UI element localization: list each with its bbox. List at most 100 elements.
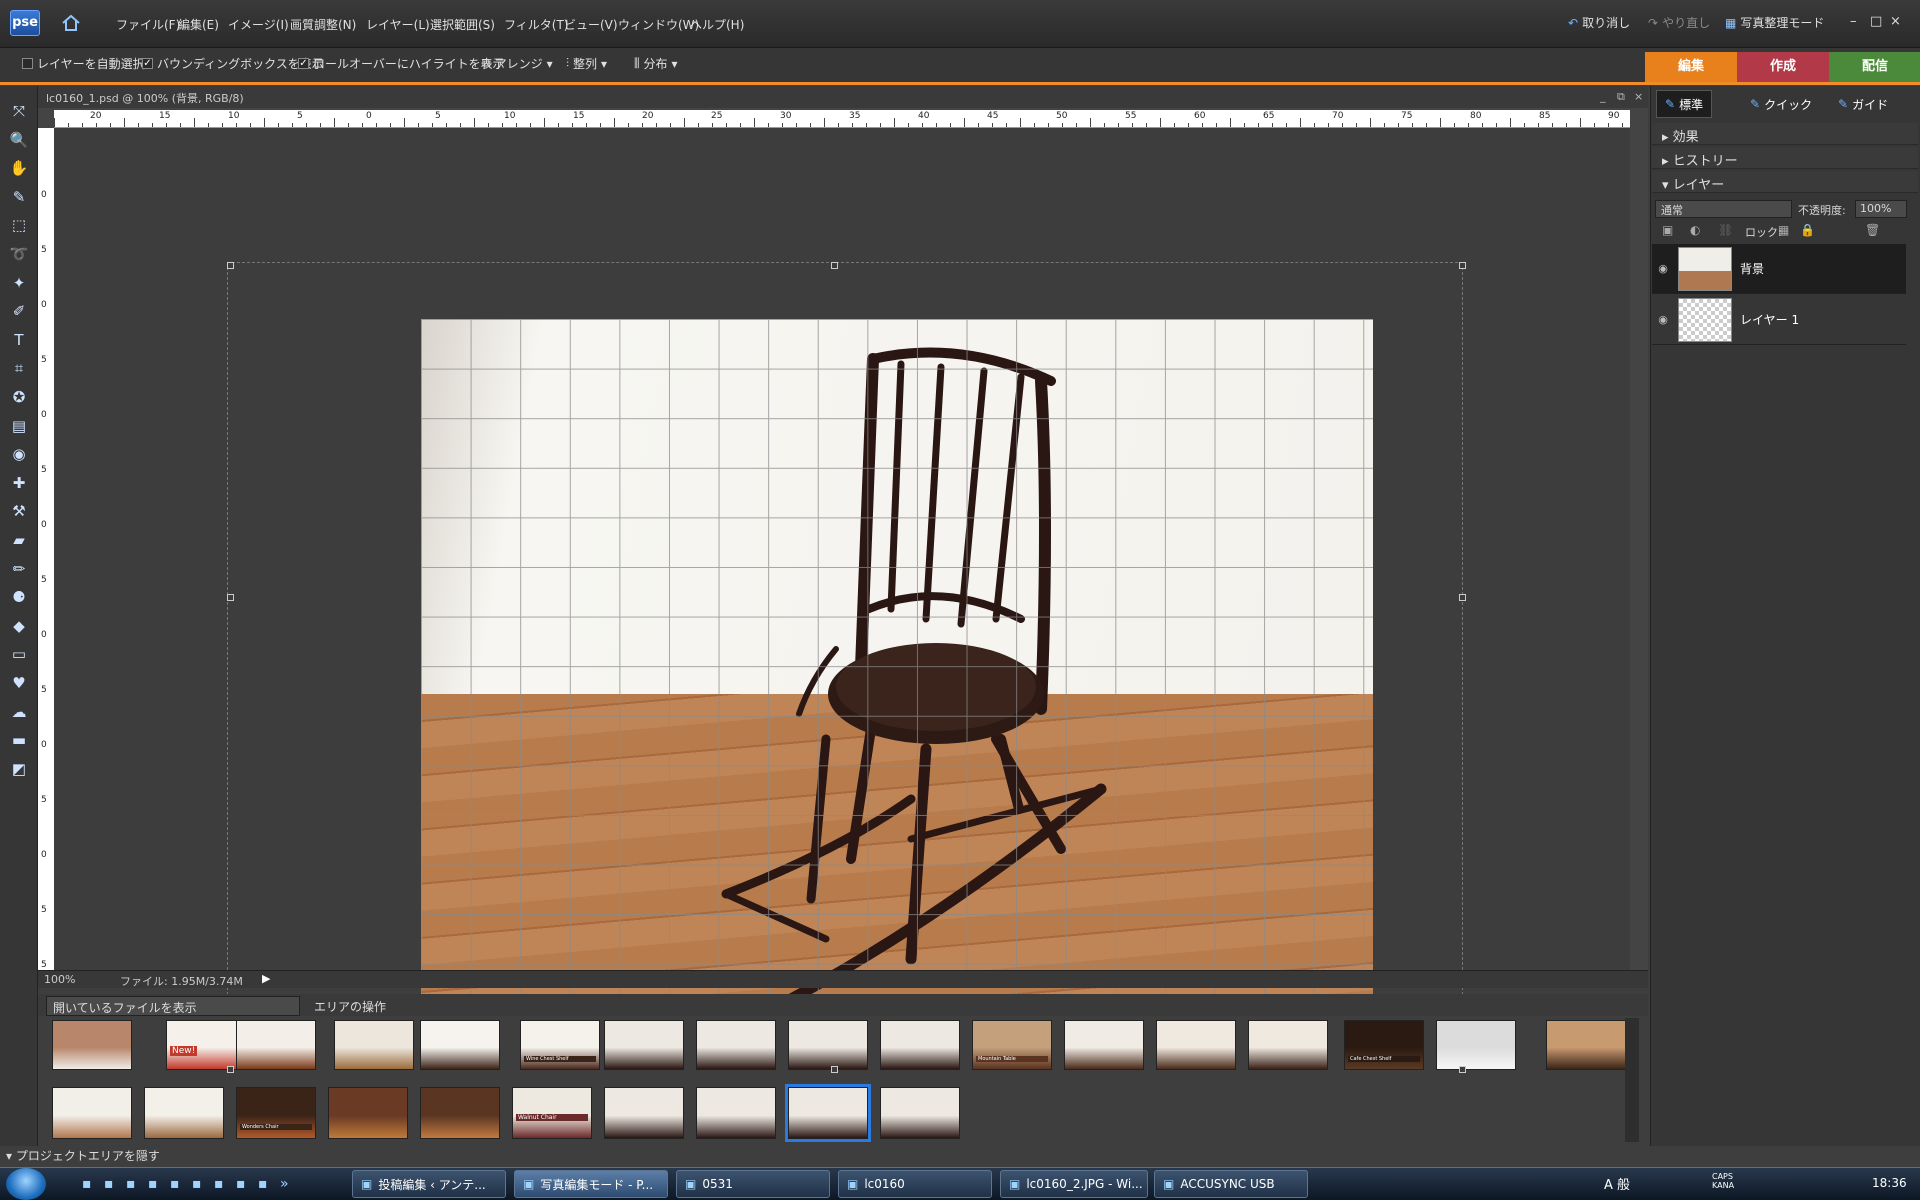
doc-restore-button[interactable]: ⧉ [1617, 90, 1625, 104]
taskbar-button[interactable]: ▣ 写真編集モード - P... [514, 1170, 668, 1198]
project-thumbnail[interactable] [52, 1087, 132, 1139]
panel-effects[interactable]: ▸ 効果 [1652, 123, 1918, 145]
checkbox-bbox[interactable]: ✓ [142, 58, 153, 69]
opacity-input[interactable]: 100% [1855, 200, 1907, 218]
menu-item-9[interactable]: ヘルプ(H) [690, 16, 744, 33]
project-thumbnail[interactable] [420, 1087, 500, 1139]
red-eye-icon[interactable]: ◉ [8, 443, 30, 465]
panel-layers[interactable]: ▾ レイヤー [1652, 171, 1918, 193]
project-thumbnail[interactable] [1344, 1020, 1424, 1070]
eyedropper-icon[interactable]: ✎ [8, 186, 30, 208]
auto-select-checkbox[interactable]: レイヤーを自動選択 [22, 55, 145, 72]
project-thumbnail[interactable] [236, 1020, 316, 1070]
status-menu-arrow-icon[interactable]: ▶ [262, 972, 270, 985]
healing-brush-icon[interactable]: ✚ [8, 472, 30, 494]
project-thumbnail[interactable] [1064, 1020, 1144, 1070]
project-thumbnail[interactable] [1436, 1020, 1516, 1070]
pencil-icon[interactable]: ✏ [8, 558, 30, 580]
panel-history[interactable]: ▸ ヒストリー [1652, 147, 1918, 169]
transform-handle[interactable] [227, 1066, 234, 1073]
project-thumbnail[interactable] [696, 1020, 776, 1070]
close-button[interactable]: × [1890, 14, 1901, 29]
brush-icon[interactable]: ⚈ [8, 586, 30, 608]
crop-tool-icon[interactable]: ⌗ [8, 357, 30, 379]
folder-icon[interactable]: ▪ [82, 1176, 92, 1192]
maximize-button[interactable]: □ [1870, 14, 1882, 29]
taskbar-button[interactable]: ▣ 投稿編集 ‹ アンテ... [352, 1170, 506, 1198]
pse-icon[interactable]: ▪ [126, 1176, 136, 1192]
shape-icon[interactable]: ♥ [8, 672, 30, 694]
arrange-dropdown[interactable]: ⧉ アレンジ ▾ [482, 55, 553, 72]
transform-handle[interactable] [1459, 594, 1466, 601]
magic-wand-icon[interactable]: ✦ [8, 272, 30, 294]
undo-button[interactable]: ↶ 取り消し [1568, 14, 1630, 31]
trash-icon[interactable]: 🗑 [1865, 223, 1880, 237]
project-thumbnail[interactable] [880, 1087, 960, 1139]
project-thumbnail[interactable] [788, 1020, 868, 1070]
gradient-icon[interactable]: ▭ [8, 643, 30, 665]
transform-handle[interactable] [1459, 1066, 1466, 1073]
panel-tab-2[interactable]: ✎ ガイド [1830, 90, 1896, 118]
project-thumbnail[interactable] [604, 1020, 684, 1070]
canvas-image[interactable] [421, 319, 1373, 1036]
marquee-icon[interactable]: ⬚ [8, 214, 30, 236]
layer-row[interactable]: ◉ レイヤー 1 [1652, 295, 1906, 345]
transform-handle[interactable] [831, 1066, 838, 1073]
project-thumbnail[interactable] [52, 1020, 132, 1070]
new-layer-icon[interactable]: ▣ [1662, 223, 1673, 237]
hide-project-area-toggle[interactable]: ▾ プロジェクトエリアを隠す [6, 1147, 160, 1164]
link-icon[interactable]: ⛓ [1718, 223, 1733, 237]
project-bin-scrollbar[interactable] [1625, 1018, 1639, 1142]
recompose-icon[interactable]: ▤ [8, 415, 30, 437]
color-swatch-icon[interactable]: ◩ [8, 758, 30, 780]
blend-mode-select[interactable]: 通常 [1655, 200, 1792, 218]
eye-icon[interactable]: ◉ [1652, 262, 1674, 275]
redo-button[interactable]: ↷ やり直し [1648, 14, 1710, 31]
menu-item-1[interactable]: 編集(E) [178, 16, 219, 33]
align-dropdown[interactable]: ⫶ 整列 ▾ [566, 55, 607, 72]
menu-item-4[interactable]: レイヤー(L) [366, 16, 430, 33]
panel-tab-0[interactable]: ✎ 標準 [1656, 90, 1713, 118]
mode-tab-1[interactable]: 作成 [1737, 52, 1829, 82]
explorer-icon[interactable]: ▪ [258, 1176, 268, 1192]
lasso-icon[interactable]: ➰ [8, 243, 30, 265]
clone-stamp-icon[interactable]: ⚒ [8, 500, 30, 522]
canvas-area[interactable] [54, 128, 1630, 1070]
transform-handle[interactable] [1459, 262, 1466, 269]
project-thumbnail[interactable] [520, 1020, 600, 1070]
transform-handle[interactable] [227, 594, 234, 601]
project-thumbnail[interactable] [1546, 1020, 1626, 1070]
project-thumbnail[interactable] [334, 1020, 414, 1070]
project-thumbnail[interactable] [328, 1087, 408, 1139]
distribute-dropdown[interactable]: ⫼ 分布 ▾ [634, 55, 678, 72]
project-thumbnail[interactable] [1248, 1020, 1328, 1070]
project-thumbnail[interactable] [166, 1020, 246, 1070]
transform-handle[interactable] [227, 262, 234, 269]
doc-close-button[interactable]: × [1634, 90, 1643, 103]
ps-icon[interactable]: ▪ [214, 1176, 224, 1192]
project-thumbnail[interactable] [1156, 1020, 1236, 1070]
eraser-icon[interactable]: ▰ [8, 529, 30, 551]
layer-row[interactable]: ◉ 背景 [1652, 244, 1906, 294]
network-icon[interactable]: ▪ [192, 1176, 202, 1192]
project-thumbnail[interactable] [420, 1020, 500, 1070]
eye-icon[interactable]: ◉ [1652, 313, 1674, 326]
sponge-icon[interactable]: ▬ [8, 729, 30, 751]
checkbox-auto[interactable] [22, 58, 33, 69]
paint-bucket-icon[interactable]: ◆ [8, 615, 30, 637]
overflow-icon[interactable]: » [280, 1176, 289, 1192]
menu-item-3[interactable]: 画質調整(N) [290, 16, 356, 33]
project-thumbnail[interactable] [512, 1087, 592, 1139]
project-thumbnail[interactable] [604, 1087, 684, 1139]
menu-item-8[interactable]: ウィンドウ(W) [618, 16, 699, 33]
hand-tool-icon[interactable]: ✋ [8, 157, 30, 179]
mode-tab-0[interactable]: 編集 [1645, 52, 1737, 82]
ime-indicator[interactable]: A 般 [1604, 1174, 1630, 1193]
menu-item-2[interactable]: イメージ(I) [228, 16, 289, 33]
ie2-icon[interactable]: ▪ [236, 1176, 246, 1192]
mode-tab-2[interactable]: 配信 [1829, 52, 1920, 82]
taskbar-button[interactable]: ▣ lc0160_2.JPG - Wi... [1000, 1170, 1148, 1198]
zoom-tool-icon[interactable]: 🔍 [8, 129, 30, 151]
checkbox-rollover[interactable]: ✓ [298, 58, 309, 69]
project-thumbnail[interactable] [880, 1020, 960, 1070]
